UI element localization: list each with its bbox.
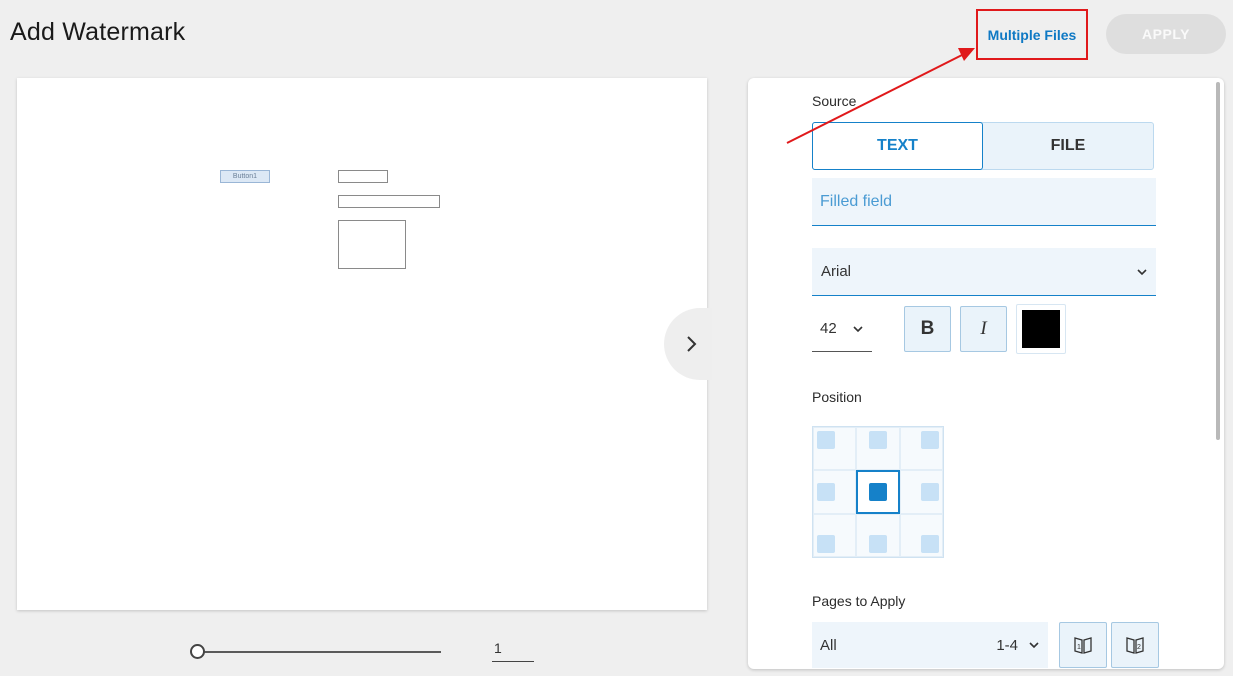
pages-to-apply-label: Pages to Apply xyxy=(812,593,906,609)
source-file-option[interactable]: FILE xyxy=(983,123,1153,169)
pages-even-icon: 2 xyxy=(1126,637,1144,654)
watermark-text-input[interactable]: Filled field xyxy=(812,178,1156,226)
slider-thumb[interactable] xyxy=(190,644,205,659)
position-marker xyxy=(920,534,939,553)
position-label: Position xyxy=(812,389,862,405)
position-bottom-left[interactable] xyxy=(813,513,857,557)
position-middle-left[interactable] xyxy=(813,470,857,514)
page-number-input[interactable]: 1 xyxy=(492,638,534,662)
source-label: Source xyxy=(812,93,857,109)
position-marker xyxy=(868,482,887,501)
position-bottom-center[interactable] xyxy=(856,513,900,557)
position-marker xyxy=(920,482,939,501)
font-family-value: Arial xyxy=(821,263,852,280)
italic-button[interactable]: I xyxy=(960,306,1007,352)
font-family-select[interactable]: Arial xyxy=(812,248,1156,296)
chevron-right-icon xyxy=(687,336,697,352)
pages-value: All xyxy=(820,636,837,654)
svg-text:1: 1 xyxy=(1077,644,1081,651)
odd-pages-button[interactable]: 1 xyxy=(1059,622,1107,668)
position-marker xyxy=(817,482,835,501)
page-slider[interactable] xyxy=(190,643,442,661)
slider-track xyxy=(198,651,441,653)
multiple-files-label: Multiple Files xyxy=(987,26,1077,43)
position-top-right[interactable] xyxy=(899,427,943,471)
color-swatch xyxy=(1022,310,1060,348)
position-marker xyxy=(817,534,835,553)
preview-form-field xyxy=(338,195,440,208)
position-grid xyxy=(812,426,944,558)
position-marker xyxy=(817,431,835,449)
preview-form-box xyxy=(338,220,406,269)
multiple-files-button[interactable]: Multiple Files xyxy=(976,9,1088,60)
source-text-option[interactable]: TEXT xyxy=(812,122,983,170)
position-marker xyxy=(868,431,887,449)
position-middle-right[interactable] xyxy=(899,470,943,514)
chevron-down-icon xyxy=(853,325,863,332)
font-size-select[interactable]: 42 xyxy=(812,306,872,352)
position-marker xyxy=(920,431,939,449)
position-marker xyxy=(868,534,887,553)
scrollbar[interactable] xyxy=(1216,82,1220,440)
position-middle-center[interactable] xyxy=(856,470,900,514)
pages-select[interactable]: All 1-4 xyxy=(812,622,1048,668)
color-picker-button[interactable] xyxy=(1016,304,1066,354)
bold-button[interactable]: B xyxy=(904,306,951,352)
svg-text:2: 2 xyxy=(1137,644,1141,651)
position-bottom-right[interactable] xyxy=(899,513,943,557)
source-toggle: TEXT FILE xyxy=(812,122,1154,170)
page-title: Add Watermark xyxy=(10,18,186,46)
font-size-value: 42 xyxy=(820,320,837,337)
position-top-left[interactable] xyxy=(813,427,857,471)
apply-button[interactable]: APPLY xyxy=(1106,14,1226,54)
settings-panel: Source TEXT FILE Filled field Arial 42 B… xyxy=(748,78,1224,669)
chevron-down-icon xyxy=(1029,642,1039,649)
preview-form-button: Button1 xyxy=(220,170,270,183)
document-preview: Button1 xyxy=(17,78,707,610)
pages-odd-icon: 1 xyxy=(1074,637,1092,654)
even-pages-button[interactable]: 2 xyxy=(1111,622,1159,668)
position-top-center[interactable] xyxy=(856,427,900,471)
pages-range: 1-4 xyxy=(996,636,1018,654)
preview-form-field xyxy=(338,170,388,183)
chevron-down-icon xyxy=(1137,268,1147,275)
